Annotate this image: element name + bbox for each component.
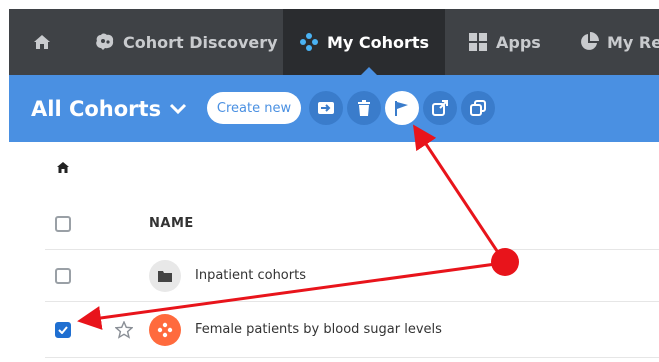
- nav-apps[interactable]: Apps: [468, 9, 541, 75]
- table-row[interactable]: Female patients by blood sugar levels: [45, 302, 659, 358]
- home-icon: [33, 34, 51, 50]
- create-new-button[interactable]: Create new: [207, 92, 301, 124]
- nav-my-cohorts[interactable]: My Cohorts: [283, 9, 445, 75]
- nav-cohort-discovery[interactable]: Cohort Discovery: [95, 9, 278, 75]
- row-checkbox[interactable]: [55, 322, 71, 338]
- column-header-name[interactable]: NAME: [149, 216, 194, 231]
- nav-label-my-reports: My Re: [607, 32, 659, 52]
- app-window: Cohort Discovery My Cohorts Apps My Re A…: [9, 9, 659, 362]
- row-label[interactable]: Female patients by blood sugar levels: [195, 322, 442, 337]
- top-nav: Cohort Discovery My Cohorts Apps My Re: [9, 9, 659, 75]
- favorite-star-icon[interactable]: [114, 320, 134, 343]
- cohort-folder-selector[interactable]: All Cohorts: [31, 97, 187, 121]
- share-button[interactable]: [423, 91, 457, 125]
- move-button[interactable]: [309, 91, 343, 125]
- select-all-checkbox[interactable]: [55, 216, 71, 232]
- folder-icon: [149, 260, 181, 292]
- cohort-toolbar: All Cohorts Create new: [9, 75, 659, 142]
- flag-icon: [395, 101, 408, 116]
- breadcrumb-home-icon[interactable]: [57, 158, 69, 177]
- nav-my-reports[interactable]: My Re: [579, 9, 659, 75]
- nav-home[interactable]: [9, 9, 75, 75]
- flag-button[interactable]: [385, 91, 419, 125]
- table-row[interactable]: Inpatient cohorts: [45, 250, 659, 302]
- active-tab-caret: [361, 67, 377, 75]
- share-icon: [432, 100, 448, 116]
- trash-icon: [358, 100, 370, 116]
- grid-icon: [468, 32, 488, 52]
- nav-label-cohort-discovery: Cohort Discovery: [123, 32, 278, 52]
- cohort-list-panel: NAME Inpatient cohorts Female patients b…: [31, 142, 659, 362]
- cohorts-icon: [299, 32, 319, 52]
- pie-chart-icon: [579, 32, 599, 52]
- nav-label-my-cohorts: My Cohorts: [326, 32, 430, 52]
- copy-icon: [470, 100, 486, 116]
- brain-icon: [95, 33, 115, 51]
- page-title: All Cohorts: [31, 97, 162, 121]
- checkmark-icon: [58, 326, 68, 334]
- chevron-down-icon: [170, 103, 187, 115]
- table-header: NAME: [45, 198, 659, 250]
- cohort-icon: [149, 314, 181, 346]
- copy-button[interactable]: [461, 91, 495, 125]
- row-label[interactable]: Inpatient cohorts: [195, 268, 306, 283]
- move-icon: [318, 102, 334, 114]
- nav-label-apps: Apps: [496, 32, 541, 52]
- delete-button[interactable]: [347, 91, 381, 125]
- row-checkbox[interactable]: [55, 268, 71, 284]
